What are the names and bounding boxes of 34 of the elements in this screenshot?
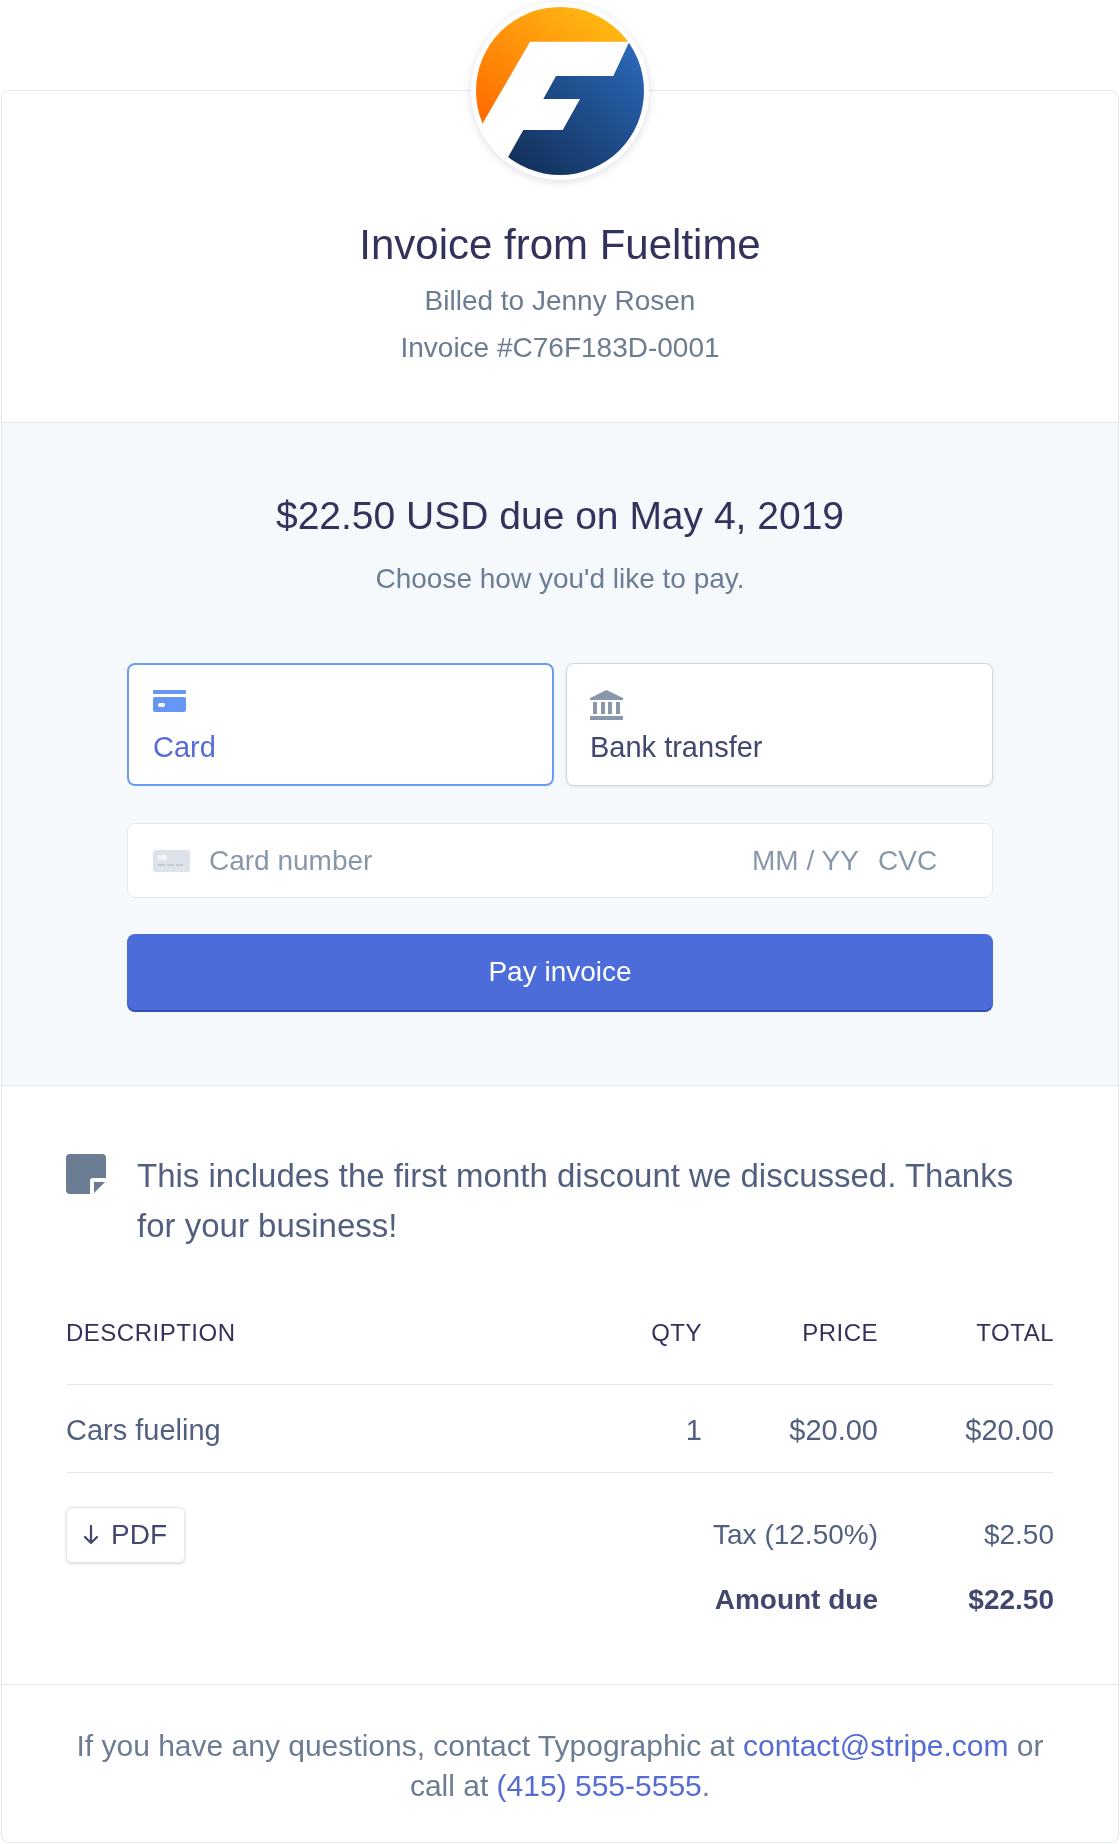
column-header: QTY — [650, 1318, 702, 1348]
table-cell-text: $20.00 — [788, 1413, 878, 1448]
summary-value: $2.50 — [982, 1518, 1054, 1552]
card-details-field[interactable]: Card number MM / YY CVC — [127, 823, 993, 898]
contact-link[interactable]: (415) 555-5555 — [496, 1769, 702, 1802]
credit-card-icon — [153, 690, 186, 712]
invoice-number: Invoice #C76F183D-0001 — [400, 331, 720, 365]
table-cell-text: 1 — [684, 1413, 702, 1448]
table-cell-text: Cars fueling — [66, 1413, 222, 1448]
invoice-title: Invoice from Fueltime — [359, 220, 761, 270]
amount-due-heading: $22.50 USD due on May 4, 2019 — [274, 493, 846, 539]
card-icon — [153, 849, 190, 872]
arrow-down-icon — [83, 1525, 99, 1545]
billed-to-text: Billed to Jenny Rosen — [424, 284, 696, 318]
download-pdf-button[interactable]: PDF — [66, 1507, 185, 1563]
cvc-input[interactable]: CVC — [878, 840, 940, 881]
column-header: PRICE — [801, 1318, 878, 1348]
table-cell-text: $20.00 — [964, 1413, 1054, 1448]
footer-text: If you have any questions, contact Typographic at contact@stripe.com or call at (415) 555-5555. — [75, 1728, 1045, 1804]
column-header: TOTAL — [975, 1318, 1054, 1348]
bank-icon — [590, 690, 623, 720]
card-number-input[interactable]: Card number — [209, 840, 752, 881]
pay-invoice-button[interactable]: Pay invoice — [127, 934, 993, 1010]
summary-label: Tax (12.50%) — [712, 1518, 878, 1552]
payment-method-tab[interactable]: Bank transfer — [566, 663, 993, 786]
payment-method-tab[interactable]: Card — [127, 663, 554, 786]
column-header: DESCRIPTION — [66, 1318, 237, 1348]
contact-link[interactable]: contact@stripe.com — [743, 1729, 1009, 1762]
memo-text: This includes the first month discount we discussed. Thanks for your business! — [137, 1156, 1015, 1246]
expiry-input[interactable]: MM / YY — [752, 840, 864, 881]
summary-value: $22.50 — [967, 1583, 1054, 1617]
summary-label: Amount due — [713, 1583, 878, 1617]
note-icon — [66, 1154, 106, 1194]
payment-prompt: Choose how you'd like to pay. — [374, 562, 746, 596]
